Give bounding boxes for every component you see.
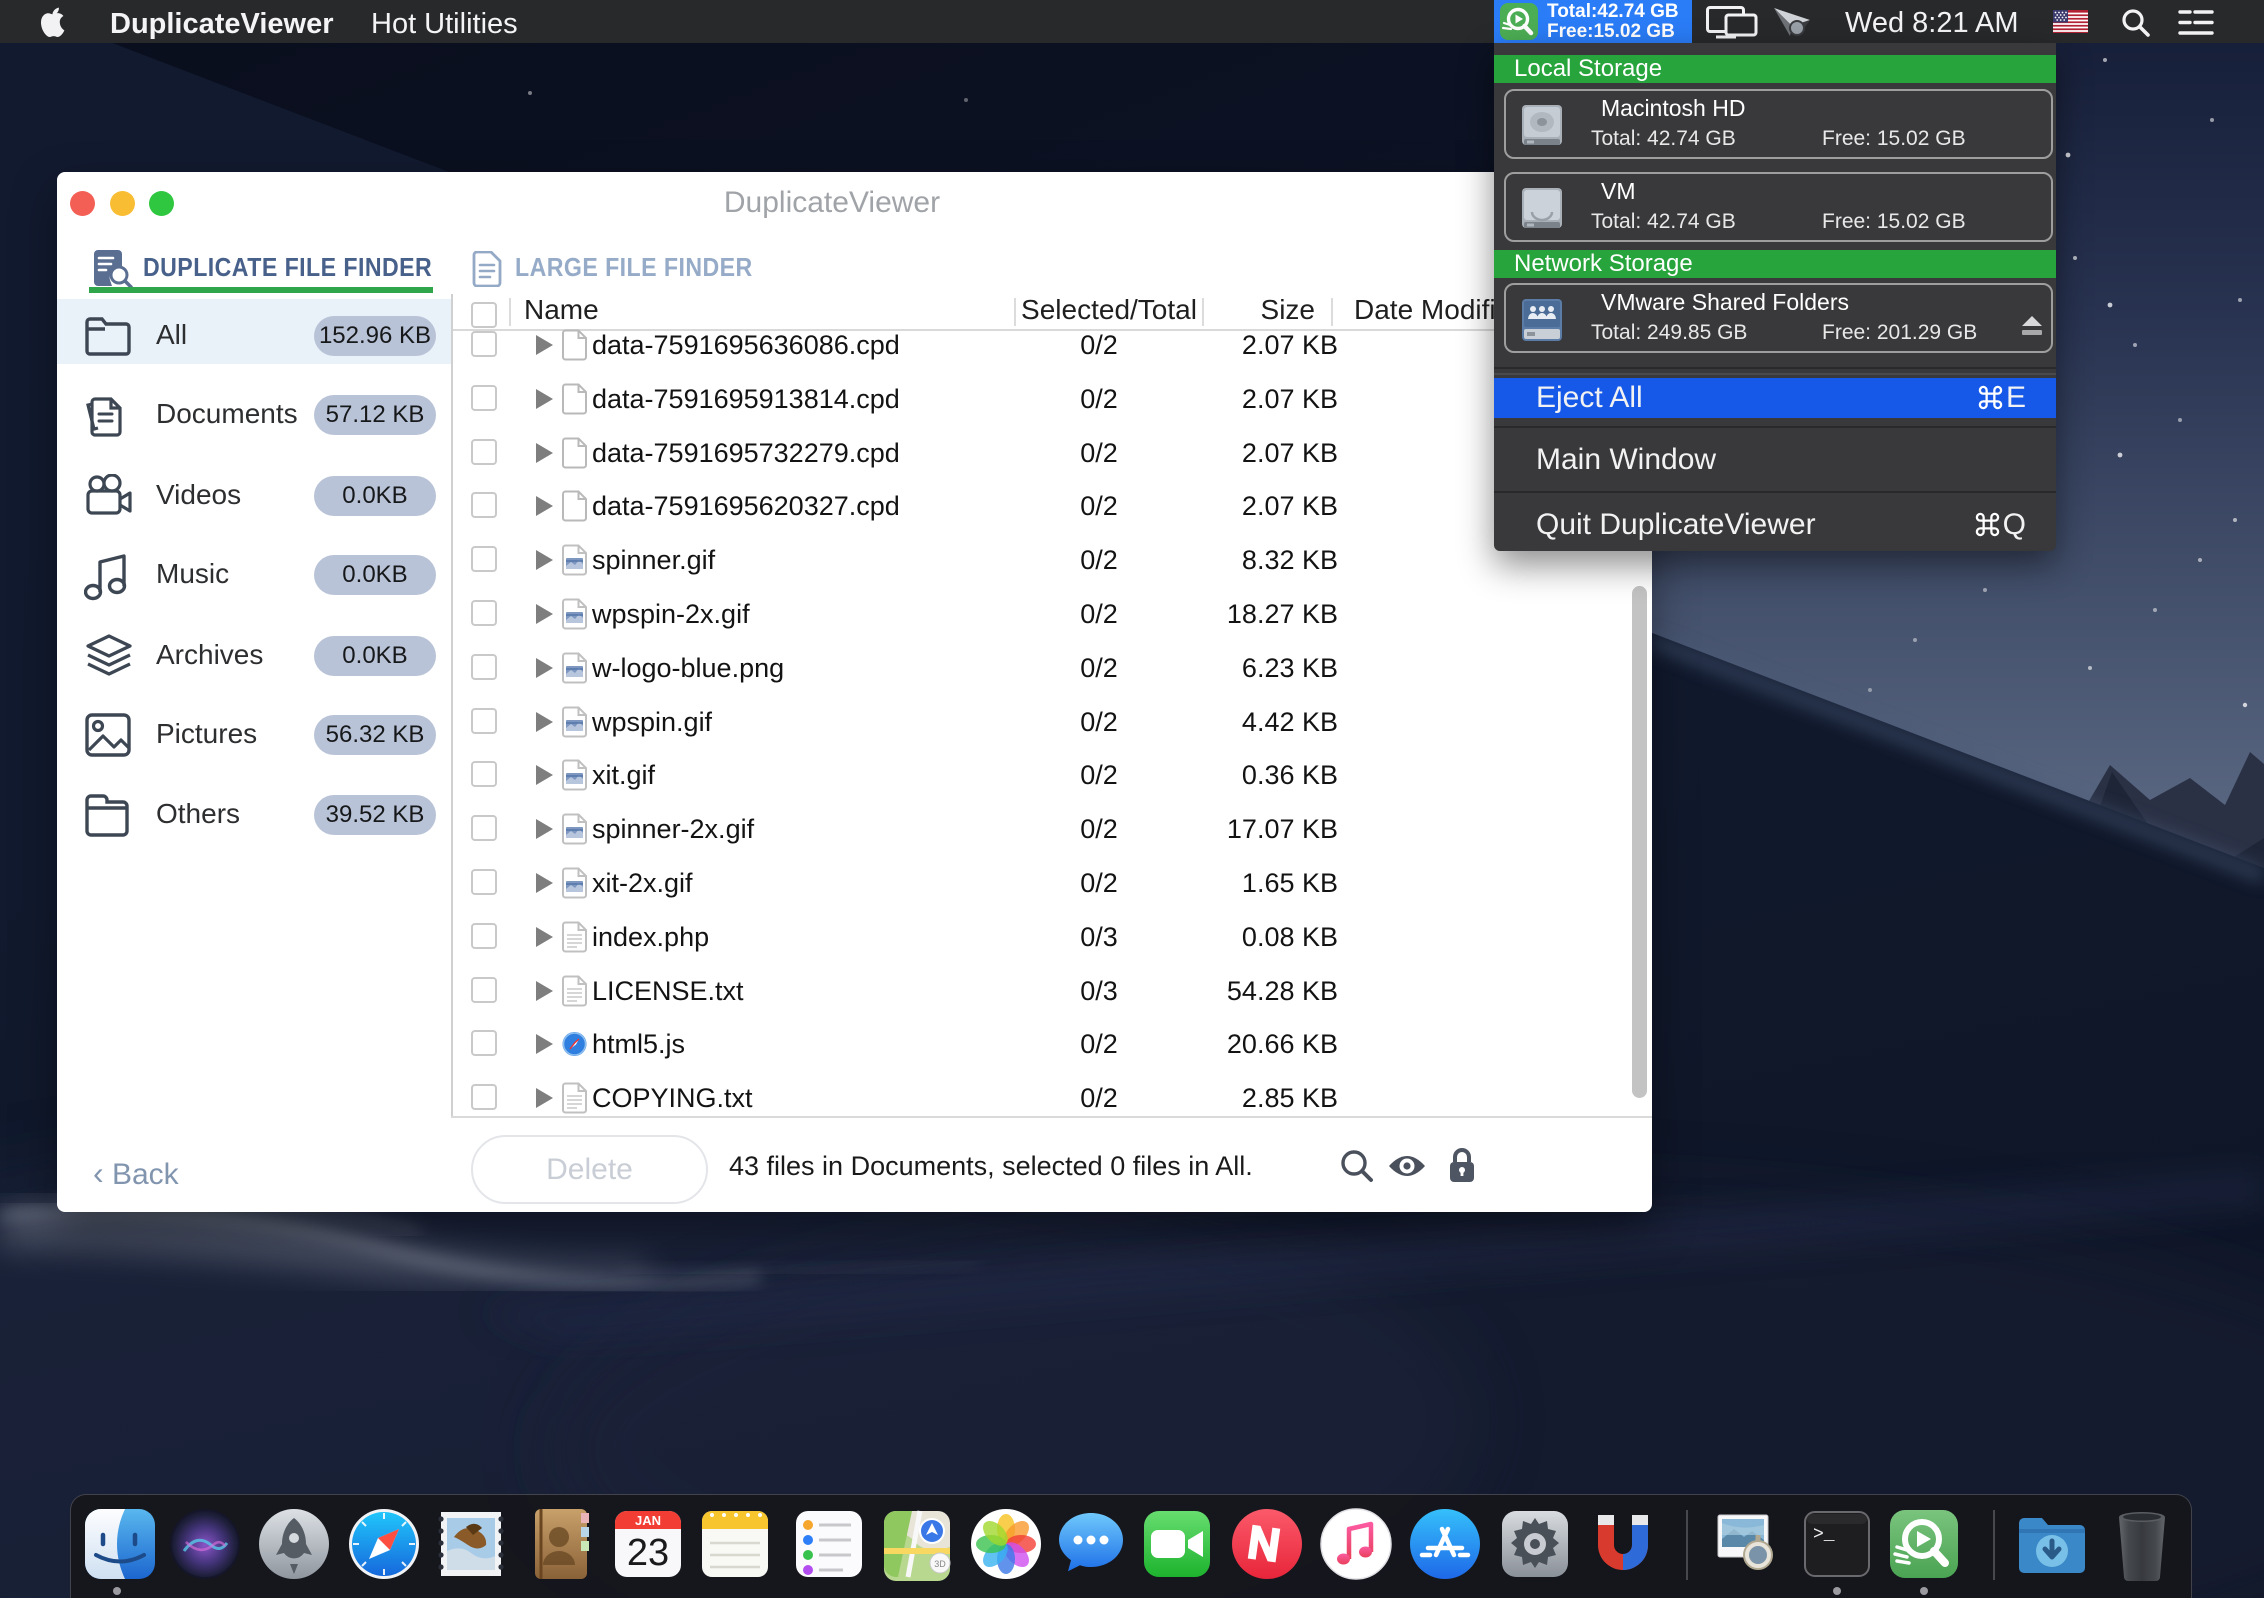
svg-text:>_: >_ [1813, 1525, 1835, 1545]
svg-text:JAN: JAN [635, 1513, 661, 1528]
svg-text:3D: 3D [934, 1559, 946, 1569]
svg-text:23: 23 [627, 1532, 669, 1574]
